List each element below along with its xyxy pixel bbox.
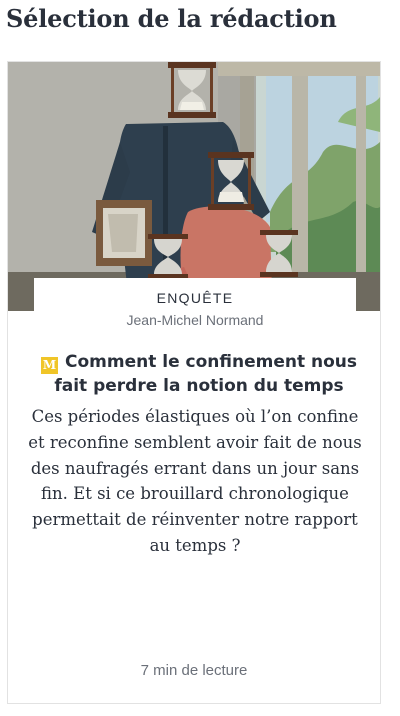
article-author[interactable]: Jean-Michel Normand bbox=[34, 312, 356, 328]
article-card[interactable]: ENQUÊTE Jean-Michel Normand M Comment le … bbox=[7, 61, 381, 704]
section-title: Sélection de la rédaction bbox=[6, 4, 337, 33]
article-image[interactable] bbox=[8, 62, 380, 311]
article-headline[interactable]: M Comment le confinement nous fait perdre… bbox=[38, 350, 360, 398]
article-kicker: ENQUÊTE bbox=[156, 290, 234, 306]
read-time: 7 min de lecture bbox=[140, 662, 248, 679]
article-description: Ces périodes élastiques où l’on confine … bbox=[28, 407, 362, 555]
article-meta: ENQUÊTE Jean-Michel Normand bbox=[34, 278, 356, 338]
premium-m-icon: M bbox=[40, 357, 58, 374]
headline-text[interactable]: Comment le confinement nous fait perdre … bbox=[54, 352, 357, 396]
